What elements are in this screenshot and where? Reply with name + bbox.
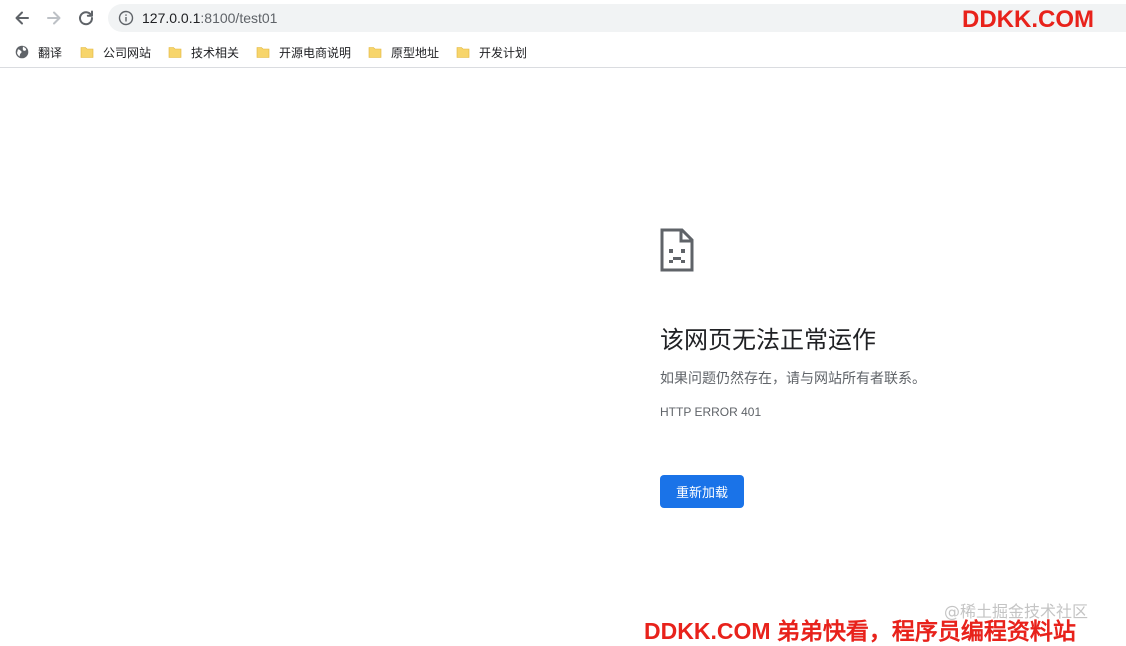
url-path: :8100/test01: [200, 10, 278, 26]
globe-icon: [15, 45, 29, 59]
bookmark-company-site[interactable]: 公司网站: [80, 42, 151, 62]
error-description: 如果问题仍然存在，请与网站所有者联系。: [660, 371, 926, 387]
sad-document-icon: [660, 228, 694, 272]
watermark-top: DDKK.COM: [962, 6, 1094, 33]
bookmark-prototype[interactable]: 原型地址: [368, 42, 439, 62]
bookmark-translate[interactable]: 翻译: [15, 42, 62, 62]
bookmarks-bar: 翻译 公司网站 技术相关 开源电商说明 原型地址 开发计划: [0, 36, 1126, 68]
arrow-left-icon: [15, 11, 29, 25]
error-title: 该网页无法正常运作: [660, 326, 876, 354]
bookmark-label: 开发计划: [479, 45, 528, 60]
arrow-right-icon: [47, 11, 61, 25]
refresh-icon: [79, 10, 94, 26]
back-button[interactable]: [10, 7, 34, 29]
url-host: 127.0.0.1: [142, 10, 201, 26]
info-icon[interactable]: [118, 10, 134, 26]
bookmark-tech[interactable]: 技术相关: [168, 42, 239, 62]
browser-toolbar: 127.0.0.1:8100/test01 DDKK.COM: [0, 0, 1126, 36]
bookmark-open-source-shop[interactable]: 开源电商说明: [256, 42, 351, 62]
error-code: HTTP ERROR 401: [660, 405, 762, 419]
bookmark-label: 开源电商说明: [279, 45, 352, 60]
folder-icon: [256, 47, 270, 58]
bookmark-dev-plan[interactable]: 开发计划: [456, 42, 527, 62]
bookmark-label: 技术相关: [191, 45, 240, 60]
bookmark-label: 公司网站: [103, 45, 152, 60]
reload-button[interactable]: 重新加载: [660, 475, 744, 508]
folder-icon: [368, 47, 382, 58]
url-text: 127.0.0.1:8100/test01: [142, 10, 277, 26]
folder-icon: [80, 47, 94, 58]
bookmark-label: 原型地址: [391, 45, 440, 60]
forward-button[interactable]: [42, 7, 66, 29]
reload-nav-button[interactable]: [74, 7, 98, 29]
bookmark-label: 翻译: [38, 45, 63, 60]
folder-icon: [168, 47, 182, 58]
folder-icon: [456, 47, 470, 58]
